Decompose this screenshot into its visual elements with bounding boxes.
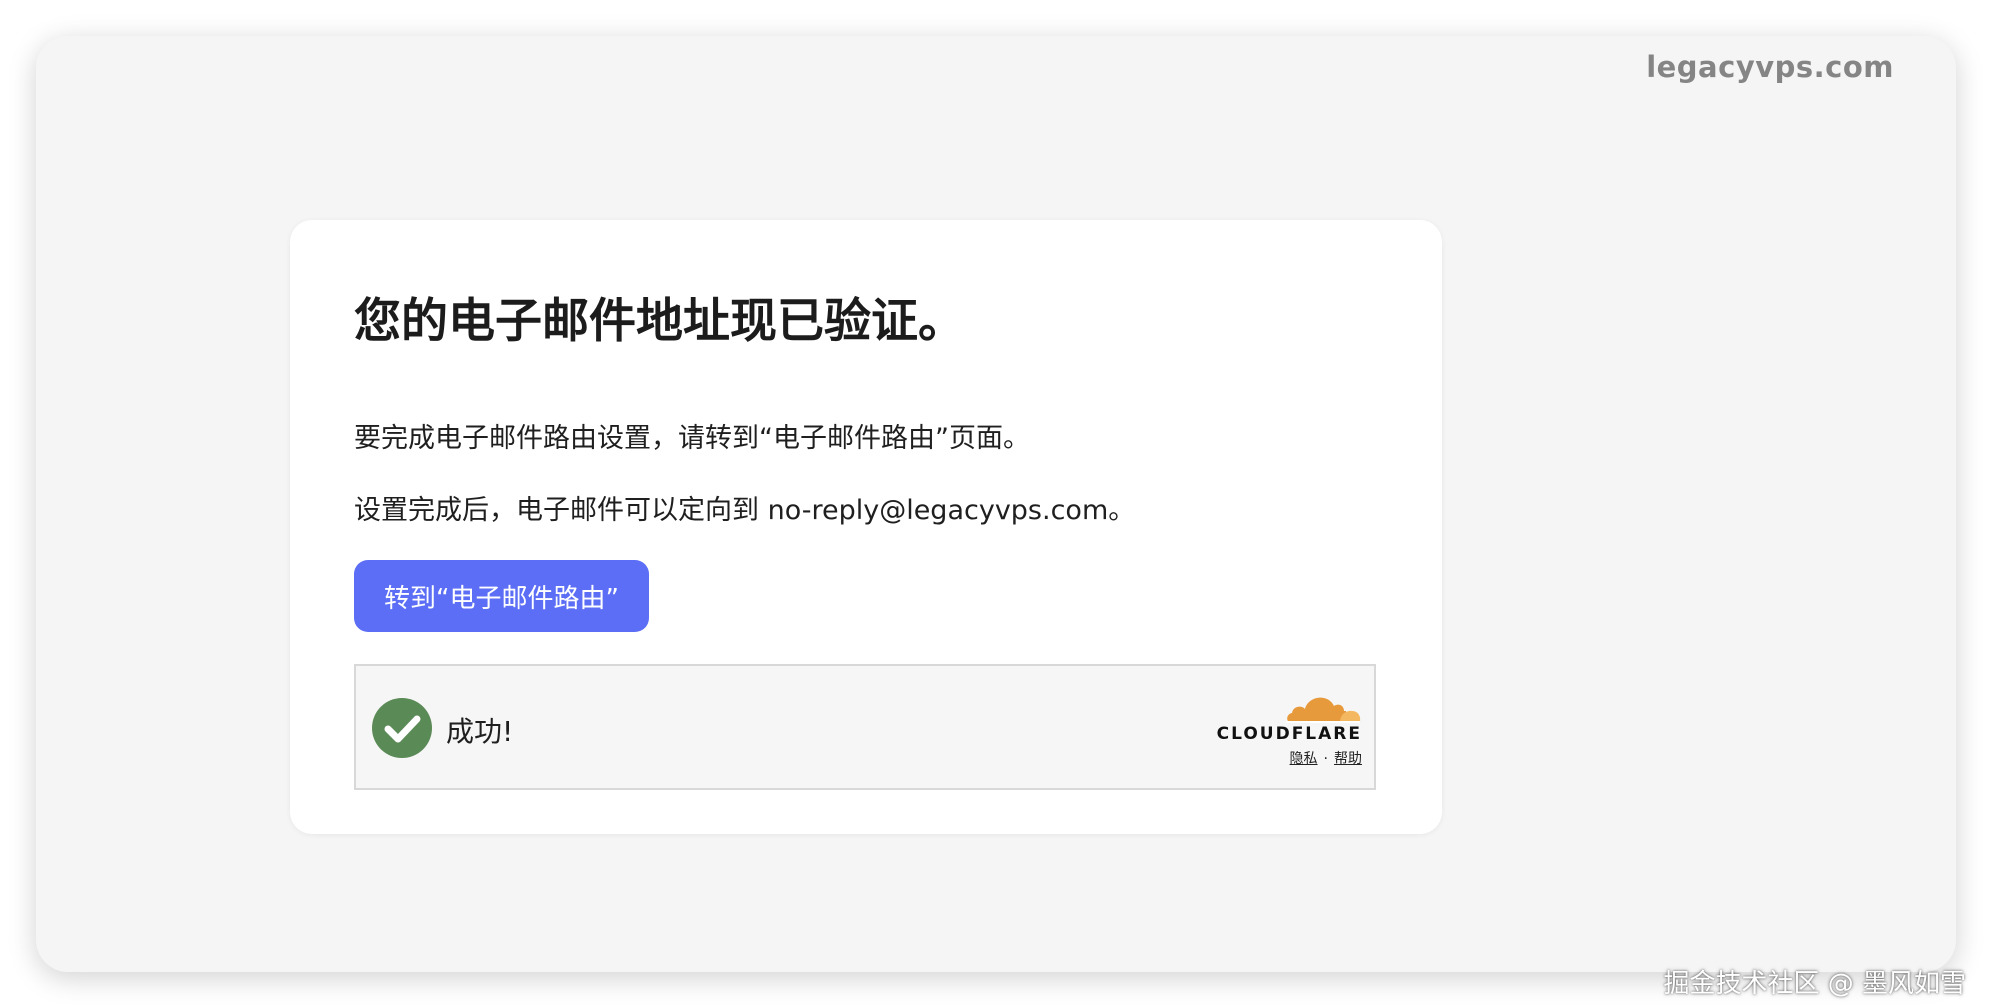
turnstile-widget: 成功! CLOUDFLARE 隐私 · 帮助 xyxy=(354,664,1376,790)
instruction-text: 要完成电子邮件路由设置，请转到“电子邮件路由”页面。 xyxy=(354,423,1030,454)
privacy-link[interactable]: 隐私 xyxy=(1290,751,1318,767)
watermark-text: 掘金技术社区 @ 墨风如雪 xyxy=(1663,969,1966,999)
link-separator: · xyxy=(1323,751,1328,767)
cloudflare-wordmark: CLOUDFLARE xyxy=(1216,724,1362,744)
help-link[interactable]: 帮助 xyxy=(1334,751,1362,767)
cloudflare-links: 隐私 · 帮助 xyxy=(1290,748,1362,768)
redirect-info-text: 设置完成后，电子邮件可以定向到 no-reply@legacyvps.com。 xyxy=(354,495,1136,526)
go-to-email-routing-button[interactable]: 转到“电子邮件路由” xyxy=(354,560,649,632)
site-domain: legacyvps.com xyxy=(1646,50,1894,84)
cloudflare-cloud-icon xyxy=(1286,697,1361,723)
browser-window: legacyvps.com 您的电子邮件地址现已验证。 要完成电子邮件路由设置，… xyxy=(36,36,1956,972)
check-circle-icon xyxy=(372,698,432,758)
success-status-text: 成功! xyxy=(446,715,514,748)
cloudflare-logo: CLOUDFLARE 隐私 · 帮助 xyxy=(1210,688,1362,774)
verification-card: 您的电子邮件地址现已验证。 要完成电子邮件路由设置，请转到“电子邮件路由”页面。… xyxy=(290,220,1442,834)
page-title: 您的电子邮件地址现已验证。 xyxy=(354,294,965,349)
